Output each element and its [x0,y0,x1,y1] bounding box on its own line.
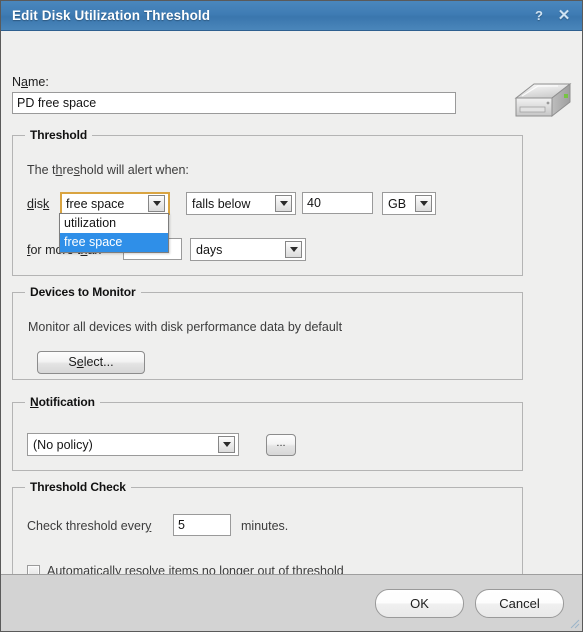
unit-combo-value: GB [388,196,407,211]
ok-button[interactable]: OK [375,589,464,618]
alert-when-label: The threshold will alert when: [27,163,189,177]
title-bar: Edit Disk Utilization Threshold ? ✕ [1,1,582,31]
name-input[interactable] [12,92,456,114]
chevron-down-icon[interactable] [218,436,235,453]
threshold-group-title: Threshold [25,128,93,142]
duration-unit-combo[interactable]: days [190,238,306,261]
chevron-down-icon[interactable] [285,241,302,258]
notification-group: Notification (No policy) ... [12,395,523,471]
check-interval-input[interactable] [173,514,231,536]
metric-combo-dropdown[interactable]: utilization free space [59,213,169,253]
chevron-down-icon[interactable] [415,195,432,212]
metric-combo[interactable]: free space [60,192,170,215]
devices-to-monitor-group: Devices to Monitor Monitor all devices w… [12,285,523,380]
devices-description: Monitor all devices with disk performanc… [28,320,343,334]
dropdown-option-utilization[interactable]: utilization [60,214,168,233]
disk-drive-icon [514,82,572,118]
resize-grip-icon[interactable] [568,617,580,629]
devices-group-title: Devices to Monitor [25,285,141,299]
notification-policy-value: (No policy) [33,437,93,452]
edit-disk-utilization-threshold-dialog: Edit Disk Utilization Threshold ? ✕ Name… [0,0,583,632]
dialog-button-bar: OK Cancel [1,574,582,631]
unit-combo[interactable]: GB [382,192,436,215]
window-title: Edit Disk Utilization Threshold [12,8,211,23]
name-label: Name: [12,75,49,89]
threshold-check-group-title: Threshold Check [25,480,131,494]
metric-combo-value: free space [66,196,125,211]
chevron-down-icon[interactable] [148,195,165,212]
threshold-value-input[interactable] [302,192,373,214]
notification-group-title: Notification [25,395,100,409]
notification-browse-button[interactable]: ... [266,434,296,456]
help-icon[interactable]: ? [529,6,549,26]
check-interval-label: Check threshold every [27,519,152,533]
operator-combo-value: falls below [192,196,251,211]
select-devices-button[interactable]: Select... [37,351,145,374]
close-icon[interactable]: ✕ [554,6,574,26]
dropdown-option-free-space[interactable]: free space [60,233,168,252]
chevron-down-icon[interactable] [275,195,292,212]
minutes-unit-label: minutes. [241,519,289,533]
cancel-button[interactable]: Cancel [475,589,564,618]
notification-policy-combo[interactable]: (No policy) [27,433,239,456]
duration-unit-combo-value: days [196,242,223,257]
threshold-group: Threshold The threshold will alert when:… [12,128,523,276]
operator-combo[interactable]: falls below [186,192,296,215]
disk-label: disk [27,197,50,211]
dialog-content: Name: Thresh [1,31,582,592]
